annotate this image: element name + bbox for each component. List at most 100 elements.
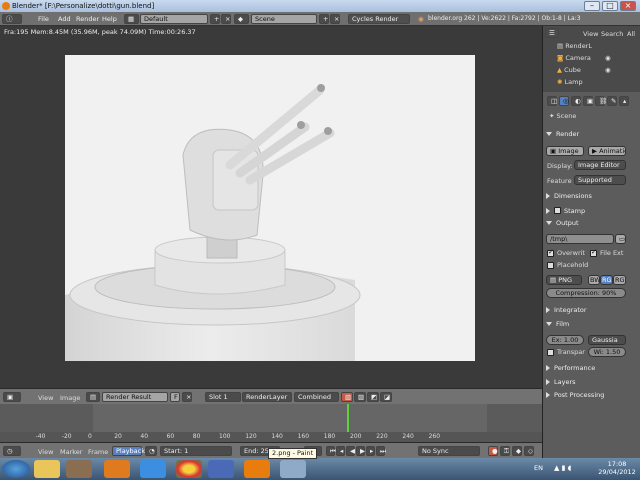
modifiers-tab-icon[interactable]: ✎: [607, 96, 617, 106]
close-button[interactable]: ×: [620, 1, 636, 11]
render-layer-select[interactable]: RenderLayer: [242, 392, 292, 402]
editor-type-outliner-icon[interactable]: ☰: [545, 28, 559, 38]
play-reverse-icon[interactable]: ◀: [346, 446, 355, 456]
screen-layout-select[interactable]: Default: [140, 14, 208, 24]
file-extensions-checkbox[interactable]: [590, 248, 597, 257]
library-taskbar-icon[interactable]: [66, 460, 92, 478]
outliner-panel[interactable]: ☰ View Search All ▤ RenderL ◙ Camera ◉ ▲ …: [542, 26, 640, 92]
image-name-field[interactable]: Render Result: [102, 392, 168, 402]
output-path-field[interactable]: /tmp\: [546, 234, 614, 244]
performance-panel-header[interactable]: Performance: [546, 364, 595, 374]
outliner-item-renderlayers[interactable]: ▤ RenderL: [557, 42, 631, 51]
visibility-eye-icon[interactable]: ◉: [605, 54, 611, 62]
fake-user-button[interactable]: F: [170, 392, 180, 402]
menu-help[interactable]: Help: [102, 15, 117, 23]
blender-taskbar-icon[interactable]: [244, 460, 270, 478]
render-engine-select[interactable]: Cycles Render: [348, 14, 410, 24]
jump-end-icon[interactable]: ⏭: [376, 446, 386, 456]
render-animation-button[interactable]: ▶ Animation: [588, 146, 626, 156]
filter-width-field[interactable]: Wi: 1.50: [588, 347, 626, 357]
scene-select[interactable]: Scene: [251, 14, 317, 24]
outliner-item-cube[interactable]: ▲ Cube ◉: [557, 66, 631, 75]
visibility-eye-icon[interactable]: ◉: [605, 66, 611, 74]
paint-taskbar-icon[interactable]: [280, 460, 306, 478]
constraints-tab-icon[interactable]: ⛓: [595, 96, 607, 106]
image-menu-image[interactable]: Image: [60, 394, 80, 402]
editor-type-timeline-icon[interactable]: ◷: [3, 446, 21, 456]
draw-channels-icon[interactable]: ▧: [341, 392, 353, 402]
overwrite-checkbox[interactable]: [547, 248, 554, 257]
scene-icon[interactable]: ◆: [234, 14, 249, 24]
display-select[interactable]: Image Editor: [574, 160, 626, 170]
internet-explorer-taskbar-icon[interactable]: [140, 460, 166, 478]
outliner-menu-all[interactable]: All: [627, 30, 635, 38]
pin-image-icon[interactable]: ▨: [354, 392, 366, 402]
maximize-button[interactable]: □: [602, 1, 618, 11]
output-panel-header[interactable]: Output: [546, 219, 579, 229]
data-tab-icon[interactable]: ▴: [619, 96, 629, 106]
timeline-menu-marker[interactable]: Marker: [60, 448, 82, 456]
start-frame-field[interactable]: Start: 1: [160, 446, 232, 456]
uv-sync-icon[interactable]: ◩: [367, 392, 379, 402]
play-icon[interactable]: ▶: [356, 446, 365, 456]
compression-slider[interactable]: Compression: 90%: [546, 288, 626, 298]
render-image-button[interactable]: ▣ Image: [546, 146, 584, 156]
timeline-menu-view[interactable]: View: [38, 448, 53, 456]
color-mode-rgb[interactable]: RGB: [613, 275, 626, 285]
timeline-menu-frame[interactable]: Frame: [88, 448, 108, 456]
chrome-taskbar-icon[interactable]: [176, 460, 202, 478]
color-mode-rgba[interactable]: RGBA: [600, 275, 613, 285]
outliner-menu-view[interactable]: View: [583, 30, 598, 38]
color-mode-bw[interactable]: BW: [588, 275, 600, 285]
exposure-field[interactable]: Ex: 1.00: [546, 335, 584, 345]
outliner-item-camera[interactable]: ◙ Camera ◉: [557, 54, 631, 63]
menu-file[interactable]: File: [38, 15, 49, 23]
stamp-panel-header[interactable]: Stamp: [546, 206, 585, 216]
render-panel-header[interactable]: Render: [546, 130, 579, 140]
add-scene-icon[interactable]: +: [319, 14, 329, 24]
jump-keyframe-back-icon[interactable]: ◂: [336, 446, 345, 456]
tray-icons[interactable]: ▲ ▮ ◖: [554, 464, 571, 472]
stamp-checkbox[interactable]: [554, 207, 561, 214]
placeholders-checkbox[interactable]: [547, 262, 554, 269]
render-tab-icon[interactable]: ◫: [547, 96, 557, 106]
film-panel-header[interactable]: Film: [546, 320, 569, 330]
integrator-panel-header[interactable]: Integrator: [546, 306, 587, 316]
add-screen-icon[interactable]: +: [210, 14, 220, 24]
keying-set-icon[interactable]: ⚿: [500, 446, 510, 456]
menu-render[interactable]: Render: [76, 15, 99, 23]
system-clock[interactable]: 17:08 29/04/2012: [596, 460, 638, 476]
start-button[interactable]: [2, 460, 30, 478]
language-indicator[interactable]: EN: [534, 464, 543, 472]
folder-browse-icon[interactable]: ▭: [615, 234, 626, 244]
delete-keyframe-icon[interactable]: ◇: [524, 446, 534, 456]
layers-panel-header[interactable]: Layers: [546, 378, 576, 388]
image-menu-view[interactable]: View: [38, 394, 53, 402]
feature-set-select[interactable]: Supported: [574, 175, 626, 185]
filter-type-select[interactable]: Gaussia: [588, 335, 626, 345]
remove-scene-icon[interactable]: ×: [330, 14, 340, 24]
timeline-current-frame-cursor[interactable]: [347, 404, 350, 432]
unlink-image-icon[interactable]: ×: [182, 392, 192, 402]
menu-add[interactable]: Add: [58, 15, 71, 23]
scene-tab-icon[interactable]: ◎: [559, 96, 569, 106]
dimensions-panel-header[interactable]: Dimensions: [546, 192, 592, 202]
sync-mode-select[interactable]: No Sync: [418, 446, 480, 456]
timeline-menu-playback[interactable]: Playback: [112, 446, 145, 456]
outliner-item-lamp[interactable]: ✺ Lamp: [557, 78, 631, 87]
jump-start-icon[interactable]: ⏮: [326, 446, 336, 456]
auto-keying-icon[interactable]: ●: [488, 446, 498, 456]
media-player-taskbar-icon[interactable]: [104, 460, 130, 478]
editor-type-info-icon[interactable]: ⓘ: [2, 14, 22, 24]
outliner-menu-search[interactable]: Search: [601, 30, 623, 38]
explorer-taskbar-icon[interactable]: [34, 460, 60, 478]
app-taskbar-icon[interactable]: [208, 460, 234, 478]
paint-mode-icon[interactable]: ◪: [380, 392, 392, 402]
screen-layout-icon[interactable]: ▦: [124, 14, 139, 24]
editor-type-image-icon[interactable]: ▣: [3, 392, 21, 402]
insert-keyframe-icon[interactable]: ◆: [512, 446, 522, 456]
scene-pin-icon[interactable]: ✦: [549, 112, 557, 120]
slot-select[interactable]: Slot 1: [205, 392, 241, 402]
file-format-select[interactable]: ▤ PNG: [546, 275, 582, 285]
render-pass-select[interactable]: Combined: [294, 392, 339, 402]
